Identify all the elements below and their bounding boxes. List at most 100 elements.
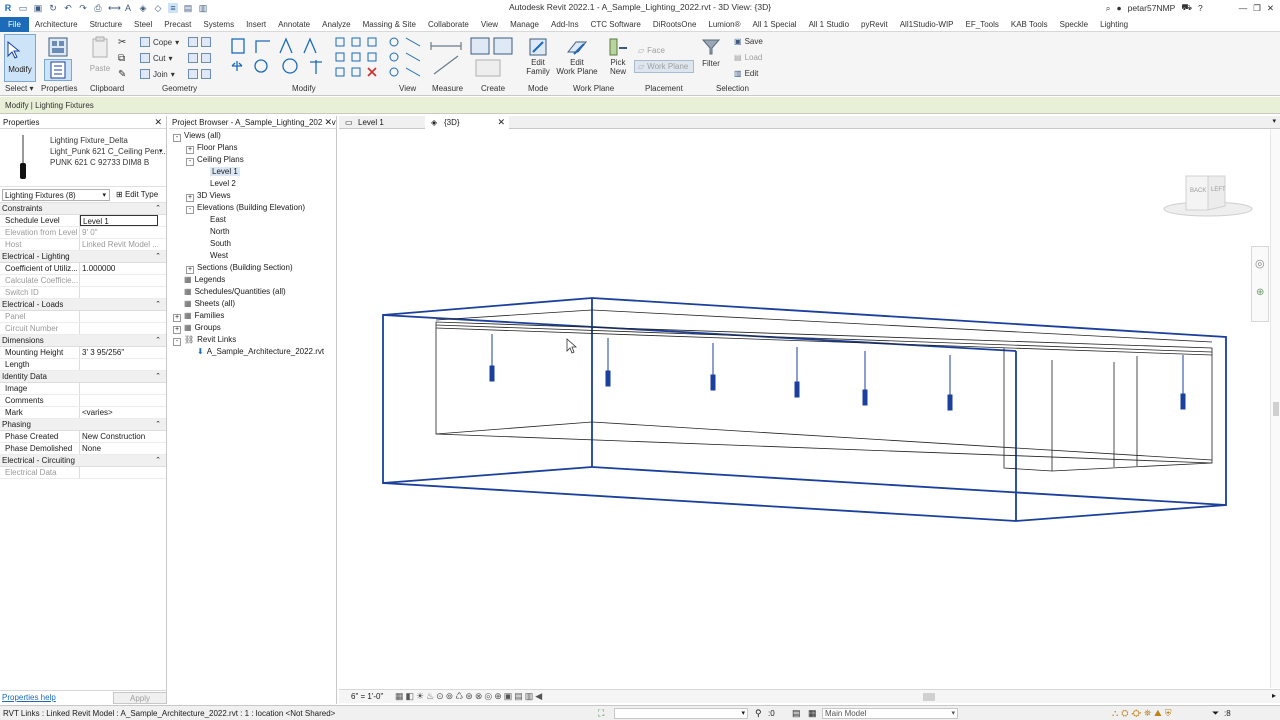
property-value[interactable]: 3' 3 95/256": [80, 347, 158, 358]
viewcube-left-face[interactable]: LEFT: [1211, 187, 1226, 193]
design-option-dropdown[interactable]: Main Model ▾: [822, 708, 958, 719]
property-group-header[interactable]: Constraints ⌃: [0, 203, 166, 215]
close-icon[interactable]: ✕: [322, 116, 332, 128]
face-button[interactable]: ▱ Face: [638, 46, 665, 55]
tab-add-ins[interactable]: Add-Ins: [545, 17, 585, 32]
property-value[interactable]: <varies>: [80, 407, 158, 418]
tab-all-1-studio[interactable]: All 1 Studio: [803, 17, 855, 32]
property-group-header[interactable]: Electrical - Loads ⌃: [0, 299, 166, 311]
viewcube-back-face[interactable]: BACK: [1190, 188, 1206, 194]
browser-node-south[interactable]: South: [199, 238, 231, 250]
tab-view[interactable]: View: [475, 17, 504, 32]
tab-structure[interactable]: Structure: [84, 17, 128, 32]
expand-icon[interactable]: +: [186, 146, 194, 154]
browser-node-schedules-quantities-all[interactable]: ▦ Schedules/Quantities (all): [173, 286, 286, 298]
3d-view-canvas[interactable]: BACK LEFT ◎ ⊕: [339, 130, 1280, 688]
property-value[interactable]: [80, 395, 158, 406]
property-value[interactable]: [80, 383, 158, 394]
user-icon[interactable]: ●: [1116, 3, 1121, 13]
scroll-right-icon[interactable]: ▸: [1272, 691, 1276, 700]
user-name[interactable]: petar57NMP: [1128, 3, 1176, 13]
type-properties-button[interactable]: [46, 36, 70, 58]
apply-button[interactable]: Apply: [113, 692, 167, 704]
work-plane-placement-button[interactable]: ▱ Work Plane: [634, 60, 694, 73]
vertical-scrollbar-thumb[interactable]: [1273, 402, 1279, 416]
expand-icon[interactable]: +: [173, 326, 181, 334]
collapse-icon[interactable]: -: [173, 338, 181, 346]
join-button[interactable]: Join ▾: [140, 69, 175, 79]
type-dropdown-icon[interactable]: ▾: [159, 147, 163, 155]
browser-node-a-sample-architecture-2022-rvt[interactable]: ⬇ A_Sample_Architecture_2022.rvt: [186, 346, 324, 358]
binoculars-icon[interactable]: ⌕: [1106, 3, 1111, 14]
tab-ef-tools[interactable]: EF_Tools: [960, 17, 1005, 32]
browser-node-west[interactable]: West: [199, 250, 228, 262]
collapse-icon[interactable]: ⌃: [155, 299, 161, 311]
geometry-tool-3[interactable]: [188, 69, 211, 79]
browser-node-floor-plans[interactable]: + Floor Plans: [186, 142, 237, 154]
tab-architecture[interactable]: Architecture: [29, 17, 84, 32]
browser-node-elevations-building-elevation[interactable]: - Elevations (Building Elevation): [186, 202, 305, 214]
collapse-icon[interactable]: -: [173, 134, 181, 142]
cut-clip-button[interactable]: ✂: [118, 37, 126, 48]
property-group-header[interactable]: Identity Data ⌃: [0, 371, 166, 383]
collapse-icon[interactable]: ⌃: [155, 335, 161, 347]
cart-icon[interactable]: ⛟: [1181, 2, 1192, 14]
tab-collaborate[interactable]: Collaborate: [422, 17, 475, 32]
revit-logo-icon[interactable]: R: [3, 3, 13, 13]
property-value[interactable]: Level 1: [80, 215, 158, 226]
expand-icon[interactable]: +: [186, 266, 194, 274]
collapse-icon[interactable]: ⌃: [155, 371, 161, 383]
view-control-icons[interactable]: ▦◧☀♨⊙⊚♺⊛⊗◎⊕▣▤▥◀: [395, 691, 544, 702]
view-scale[interactable]: 6" = 1'-0": [351, 692, 383, 701]
redo-icon[interactable]: ↷: [78, 3, 88, 13]
tab-annotate[interactable]: Annotate: [272, 17, 316, 32]
property-group-header[interactable]: Electrical - Lighting ⌃: [0, 251, 166, 263]
property-value[interactable]: New Construction: [80, 431, 158, 442]
tab-3d[interactable]: ◈ {3D} ✕: [425, 116, 509, 129]
load-selection-button[interactable]: ▤ Load: [734, 53, 762, 62]
properties-help-link[interactable]: Properties help: [2, 693, 56, 702]
browser-node-3d-views[interactable]: +3D Views: [186, 190, 231, 202]
geometry-tool-2[interactable]: [188, 53, 211, 63]
help-icon[interactable]: ?: [1198, 3, 1203, 13]
thin-lines-icon[interactable]: ≡: [168, 3, 178, 13]
design-options-icon[interactable]: ▤: [792, 708, 801, 719]
property-value[interactable]: [80, 359, 158, 370]
tab-all1studio-wip[interactable]: All1Studio-WIP: [894, 17, 960, 32]
vertical-scrollbar[interactable]: [1270, 130, 1280, 688]
collapse-icon[interactable]: -: [186, 158, 194, 166]
tab-manage[interactable]: Manage: [504, 17, 545, 32]
tab-file[interactable]: File: [0, 16, 29, 32]
tab-pyrevit[interactable]: pyRevit: [855, 17, 894, 32]
section-icon[interactable]: ◇: [153, 3, 163, 13]
filter-button[interactable]: Filter: [700, 38, 722, 68]
open-icon[interactable]: ▭: [18, 3, 28, 13]
type-selector[interactable]: Lighting Fixture_Delta Light_Punk 621 C_…: [0, 129, 166, 187]
property-value[interactable]: None: [80, 443, 158, 454]
tab-dirootsone[interactable]: DiRootsOne: [647, 17, 703, 32]
tab-massing-site[interactable]: Massing & Site: [357, 17, 422, 32]
editable-only-icon[interactable]: ⚲: [755, 708, 762, 719]
collapse-icon[interactable]: -: [186, 206, 194, 214]
edit-type-button[interactable]: ⊞ Edit Type: [116, 189, 158, 201]
tab-all-1-special[interactable]: All 1 Special: [747, 17, 803, 32]
text-icon[interactable]: A: [123, 3, 133, 13]
switch-windows-icon[interactable]: ▥: [198, 3, 208, 13]
workset-dropdown[interactable]: ▾: [614, 708, 748, 719]
browser-node-sections-building-section[interactable]: + Sections (Building Section): [186, 262, 293, 274]
main-model-icon[interactable]: ▦: [808, 708, 817, 719]
undo-icon[interactable]: ↶: [63, 3, 73, 13]
minimize-icon[interactable]: —: [1239, 3, 1248, 13]
worksets-icon[interactable]: ⛶: [598, 708, 604, 719]
browser-node-level-1[interactable]: Level 1: [199, 166, 240, 178]
tab-kab-tools[interactable]: KAB Tools: [1005, 17, 1054, 32]
close-icon[interactable]: ✕: [497, 116, 505, 129]
tab-steel[interactable]: Steel: [128, 17, 158, 32]
browser-node-ceiling-plans[interactable]: - Ceiling Plans: [186, 154, 244, 166]
3d-view-icon[interactable]: ◈: [138, 3, 148, 13]
browser-node-views-all[interactable]: - Views (all): [173, 130, 221, 142]
collapse-icon[interactable]: ⌃: [155, 419, 161, 431]
selection-toggle-icons[interactable]: ⛬⛭⛮⛯⛰⛨: [1112, 708, 1174, 719]
properties-button[interactable]: [44, 59, 72, 81]
filter-icon[interactable]: ⏷: [1212, 708, 1219, 719]
